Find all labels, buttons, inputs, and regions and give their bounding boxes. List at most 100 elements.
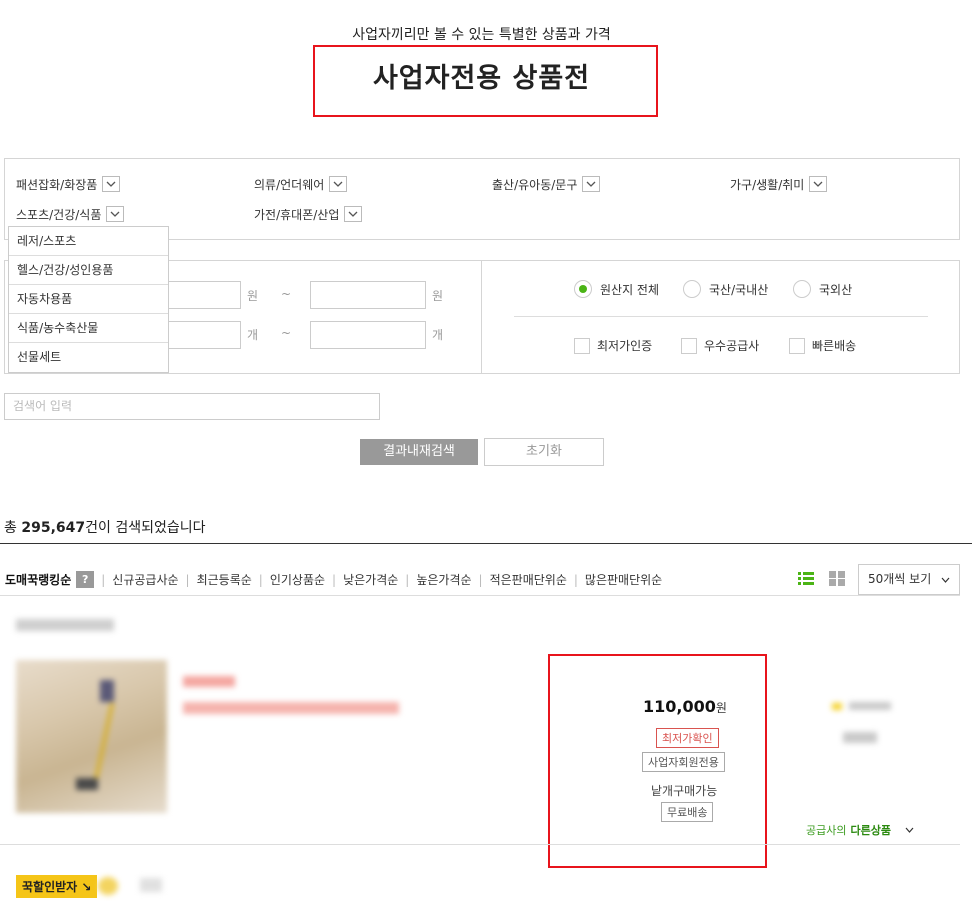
badge-emblem: [98, 877, 118, 895]
per-page-label: 50개씩 보기: [868, 572, 932, 586]
results-suffix: 건이 검색되었습니다: [85, 520, 206, 536]
price-max-input[interactable]: [310, 281, 426, 309]
results-prefix: 총: [4, 520, 22, 536]
radio-origin-foreign[interactable]: 국외산: [793, 280, 852, 298]
separator: |: [478, 572, 483, 587]
radio-origin-all[interactable]: 원산지 전체: [574, 280, 659, 298]
dropdown-item[interactable]: 식품/농수축산물: [9, 314, 168, 343]
dropdown-item[interactable]: 자동차용품: [9, 285, 168, 314]
separator: |: [405, 572, 410, 587]
search-input[interactable]: 검색어 입력: [4, 393, 380, 420]
price-min-input[interactable]: [165, 281, 241, 309]
qty-min-input[interactable]: [165, 321, 241, 349]
dropdown-item[interactable]: 레저/스포츠: [9, 227, 168, 256]
checkbox-lowest-price[interactable]: 최저가인증: [574, 337, 652, 354]
category-baby[interactable]: 출산/유아동/문구: [492, 175, 601, 193]
sort-option-new-supplier[interactable]: 신규공급사순: [112, 571, 178, 588]
discount-badge: 꾹할인받자 ↘: [16, 875, 98, 898]
category-label: 가구/생활/취미: [730, 177, 805, 192]
product-thumbnail[interactable]: [16, 660, 167, 813]
category-dropdown-menu: 레저/스포츠 헬스/건강/성인용품 자동차용품 식품/농수축산물 선물세트: [8, 226, 169, 373]
results-number: 295,647: [21, 520, 86, 536]
supplier-other-products-link[interactable]: 공급사의 다른상품: [806, 822, 914, 838]
radio-icon[interactable]: [793, 280, 811, 298]
radio-label: 국산/국내산: [709, 282, 769, 297]
sort-bar: 도매꾹랭킹순 ? | 신규공급사순 | 최근등록순 | 인기상품순 | 낮은가격…: [5, 571, 662, 588]
category-furniture[interactable]: 가구/생활/취미: [730, 175, 828, 193]
price-unit-label: 원: [432, 289, 444, 303]
supplier-grade-icon: [832, 703, 842, 710]
radio-icon[interactable]: [683, 280, 701, 298]
sort-option-small-unit[interactable]: 적은판매단위순: [490, 571, 567, 588]
divider: [0, 844, 960, 845]
reset-button[interactable]: 초기화: [484, 438, 604, 466]
chevron-down-icon: [905, 827, 914, 833]
checkbox-label: 최저가인증: [597, 339, 653, 353]
sort-option-high-price[interactable]: 높은가격순: [416, 571, 471, 588]
separator: |: [573, 572, 578, 587]
grid-view-icon[interactable]: [829, 571, 845, 586]
category-fashion[interactable]: 패션잡화/화장품: [16, 175, 121, 193]
category-sports[interactable]: 스포츠/건강/식품: [16, 205, 125, 223]
sort-option-large-unit[interactable]: 많은판매단위순: [585, 571, 662, 588]
divider: [0, 595, 960, 596]
supplier-stat-blurred: [843, 732, 877, 743]
radio-label: 원산지 전체: [600, 282, 660, 297]
separator: |: [258, 572, 263, 587]
category-label: 의류/언더웨어: [254, 177, 325, 192]
supplier-info-blurred: [849, 702, 891, 710]
separator: |: [185, 572, 190, 587]
checkbox-label: 빠른배송: [812, 339, 857, 353]
chevron-down-icon[interactable]: [809, 176, 828, 192]
page-subtitle: 사업자끼리만 볼 수 있는 특별한 상품과 가격: [352, 27, 611, 43]
radio-origin-domestic[interactable]: 국산/국내산: [683, 280, 768, 298]
per-page-select[interactable]: 50개씩 보기: [858, 564, 960, 595]
separator: |: [101, 572, 106, 587]
product-badge-blurred: [183, 676, 235, 687]
chevron-down-icon[interactable]: [102, 176, 121, 192]
supplier-name-blurred: [16, 619, 114, 631]
checkbox-icon[interactable]: [789, 337, 805, 354]
chevron-down-icon[interactable]: [582, 176, 601, 192]
divider: [514, 316, 928, 317]
qty-unit-label: 개: [432, 328, 444, 342]
results-count: 총 295,647건이 검색되었습니다: [4, 517, 205, 537]
separator: |: [332, 572, 337, 587]
product-title-blurred[interactable]: [183, 702, 399, 714]
link-prefix: 공급사의: [806, 824, 847, 837]
checkbox-best-supplier[interactable]: 우수공급사: [681, 337, 759, 354]
category-clothing[interactable]: 의류/언더웨어: [254, 175, 348, 193]
category-label: 가전/휴대폰/산업: [254, 207, 340, 222]
checkbox-fast-delivery[interactable]: 빠른배송: [789, 337, 856, 354]
radio-selected-icon[interactable]: [574, 280, 592, 298]
checkbox-icon[interactable]: [681, 337, 697, 354]
chevron-down-icon[interactable]: [344, 206, 363, 222]
dropdown-item[interactable]: 선물세트: [9, 343, 168, 372]
price-highlight-box: [548, 654, 767, 868]
qty-unit-label: 개: [247, 328, 259, 342]
help-icon[interactable]: ?: [76, 571, 95, 588]
chevron-down-icon[interactable]: [329, 176, 348, 192]
sort-option-low-price[interactable]: 낮은가격순: [343, 571, 398, 588]
divider: [481, 260, 482, 374]
category-electronics[interactable]: 가전/휴대폰/산업: [254, 205, 363, 223]
category-label: 패션잡화/화장품: [16, 177, 98, 192]
sort-option-ranking[interactable]: 도매꾹랭킹순: [5, 571, 71, 588]
discount-badge-label: 꾹할인받자: [22, 880, 78, 894]
chevron-down-icon[interactable]: [106, 206, 125, 222]
qty-max-input[interactable]: [310, 321, 426, 349]
link-bold: 다른상품: [850, 824, 891, 837]
checkbox-label: 우수공급사: [704, 339, 760, 353]
radio-label: 국외산: [819, 282, 853, 297]
sort-option-popular[interactable]: 인기상품순: [270, 571, 325, 588]
dropdown-item[interactable]: 헬스/건강/성인용품: [9, 256, 168, 285]
checkbox-icon[interactable]: [574, 337, 590, 354]
list-view-icon[interactable]: [798, 571, 814, 586]
category-label: 스포츠/건강/식품: [16, 207, 102, 222]
sort-option-recent[interactable]: 최근등록순: [197, 571, 252, 588]
search-within-results-button[interactable]: 결과내재검색: [360, 439, 478, 465]
divider: [0, 543, 972, 544]
chevron-down-icon: [941, 577, 950, 583]
arrow-down-right-icon: ↘: [81, 880, 92, 894]
title-highlight-box: [313, 45, 658, 117]
